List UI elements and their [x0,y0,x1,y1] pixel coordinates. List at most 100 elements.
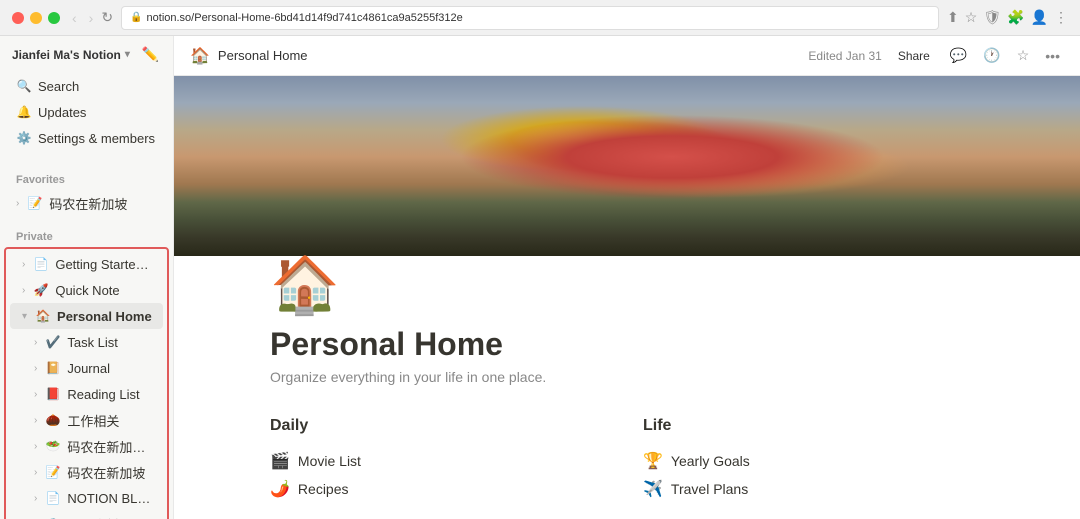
daily-section: Daily 🎬 Movie List 🌶️ Recipes [270,417,611,503]
profile-button[interactable]: 👤 [1031,9,1048,26]
page-icon-container: 🏠 [174,236,1080,318]
chevron-icon: › [34,467,37,478]
sidebar-item-quick-note[interactable]: › 🚀 Quick Note [10,277,163,303]
sidebar-item-reading-list[interactable]: › 📕 Reading List [10,381,163,407]
recipes-item[interactable]: 🌶️ Recipes [270,475,611,503]
getting-started-label: Getting Started on Mobile [55,257,155,272]
sidebar-item-blog[interactable]: › 🥗 码农在新加坡的个人博客 [10,433,163,459]
search-label: Search [38,79,161,94]
back-button[interactable]: ‹ [68,8,81,28]
shield-icon[interactable]: 🛡 [983,9,1001,26]
quick-note-label: Quick Note [55,283,155,298]
maximize-button[interactable] [48,12,60,24]
share-button[interactable]: Share [890,45,938,67]
content-area: Daily 🎬 Movie List 🌶️ Recipes Life [174,401,1080,519]
chevron-icon: › [34,389,37,400]
getting-started-icon: 📄 [33,256,49,272]
sidebar-item-work[interactable]: › 🌰 工作相关 [10,407,163,433]
chevron-icon: › [34,441,37,452]
personal-home-label: Personal Home [57,309,155,324]
address-bar[interactable]: 🔒 notion.so/Personal-Home-6bd41d14f9d741… [121,6,939,30]
window-controls [12,12,60,24]
bookmark-button[interactable]: ☆ [965,9,978,26]
chevron-icon: › [22,259,25,270]
chevron-icon: ▾ [22,311,27,322]
new-page-button[interactable]: ✏️ [140,44,161,65]
cover-painting [174,76,1080,256]
sidebar: Jianfei Ma's Notion ▾ ✏️ 🔍 Search 🔔 Upda… [0,36,174,519]
browser-chrome: ‹ › ↻ 🔒 notion.so/Personal-Home-6bd41d14… [0,0,1080,36]
workspace-label: Jianfei Ma's Notion [12,48,121,62]
updates-icon: 🔔 [16,104,32,120]
fav-item-label: 码农在新加坡 [49,194,161,213]
sidebar-item-settings[interactable]: ⚙️ Settings & members [4,125,169,151]
favorites-label: Favorites [16,174,65,186]
settings-label: Settings & members [38,131,161,146]
quick-note-icon: 🚀 [33,282,49,298]
daily-section-title: Daily [270,417,611,435]
minimize-button[interactable] [30,12,42,24]
chevron-icon: › [34,337,37,348]
sidebar-item-search[interactable]: 🔍 Search [4,73,169,99]
page-title-section: Personal Home Organize everything in you… [174,318,1080,401]
sidebar-item-getting-started[interactable]: › 📄 Getting Started on Mobile [10,251,163,277]
yearly-goals-icon: 🏆 [643,451,663,471]
page-icon-large: 🏠 [270,252,340,318]
task-list-label: Task List [67,335,155,350]
page-title: Personal Home [270,326,984,363]
browser-actions: ⬆ ☆ 🛡 🧩 👤 ⋮ [947,9,1068,26]
private-label: Private [16,231,53,243]
page-subtitle: Organize everything in your life in one … [270,369,984,385]
forward-button[interactable]: › [85,8,98,28]
notion-template-icon: 📄 [45,490,61,506]
sidebar-item-updates[interactable]: 🔔 Updates [4,99,169,125]
settings-icon: ⚙️ [16,130,32,146]
journal-icon: 📔 [45,360,61,376]
comment-button[interactable]: 💬 [946,43,971,68]
updates-label: Updates [38,105,161,120]
movie-list-text: Movie List [298,453,361,469]
private-section: Private [0,216,173,247]
chevron-icon: › [34,415,37,426]
travel-plans-text: Travel Plans [671,481,748,497]
yearly-goals-item[interactable]: 🏆 Yearly Goals [643,447,984,475]
sidebar-item-task-list[interactable]: › ✔️ Task List [10,329,163,355]
workspace-chevron-icon: ▾ [125,49,130,60]
life-section: Life 🏆 Yearly Goals ✈️ Travel Plans [643,417,984,503]
refresh-button[interactable]: ↻ [101,8,113,28]
url-text: notion.so/Personal-Home-6bd41d14f9d741c4… [147,12,931,24]
life-section-title: Life [643,417,984,435]
chevron-icon: › [22,285,25,296]
sidebar-item-favorites-0[interactable]: › 📝 码农在新加坡 [4,190,169,216]
topbar-actions: Edited Jan 31 Share 💬 🕐 ☆ ••• [808,43,1064,68]
recipes-text: Recipes [298,481,349,497]
movie-list-item[interactable]: 🎬 Movie List [270,447,611,475]
history-button[interactable]: 🕐 [979,43,1004,68]
travel-plans-item[interactable]: ✈️ Travel Plans [643,475,984,503]
recipes-icon: 🌶️ [270,479,290,499]
more-options-button[interactable]: ••• [1041,44,1064,68]
fav-item-icon: 📝 [27,195,43,211]
favorites-section: Favorites [0,159,173,190]
sidebar-item-journal[interactable]: › 📔 Journal [10,355,163,381]
journal-label: Journal [67,361,155,376]
workspace-name[interactable]: Jianfei Ma's Notion ▾ [12,48,130,62]
cover-image [174,76,1080,256]
yearly-goals-text: Yearly Goals [671,453,750,469]
sidebar-item-notion-template[interactable]: › 📄 NOTION BLOG Templ... [10,485,163,511]
sidebar-item-profile[interactable]: › 🔒 个人资料 [10,511,163,519]
work-label: 工作相关 [67,411,155,430]
page-content: 🏠 Personal Home Organize everything in y… [174,76,1080,519]
blog-icon: 🥗 [45,438,61,454]
favorite-button[interactable]: ☆ [1013,43,1034,68]
close-button[interactable] [12,12,24,24]
travel-plans-icon: ✈️ [643,479,663,499]
sidebar-item-sg[interactable]: › 📝 码农在新加坡 [10,459,163,485]
app: Jianfei Ma's Notion ▾ ✏️ 🔍 Search 🔔 Upda… [0,36,1080,519]
lock-icon: 🔒 [130,12,142,23]
share-browser-button[interactable]: ⬆ [947,9,959,26]
more-button[interactable]: ⋮ [1054,9,1068,26]
sidebar-item-personal-home[interactable]: ▾ 🏠 Personal Home [10,303,163,329]
sidebar-header: Jianfei Ma's Notion ▾ ✏️ [0,36,173,73]
extensions-button[interactable]: 🧩 [1007,9,1024,26]
